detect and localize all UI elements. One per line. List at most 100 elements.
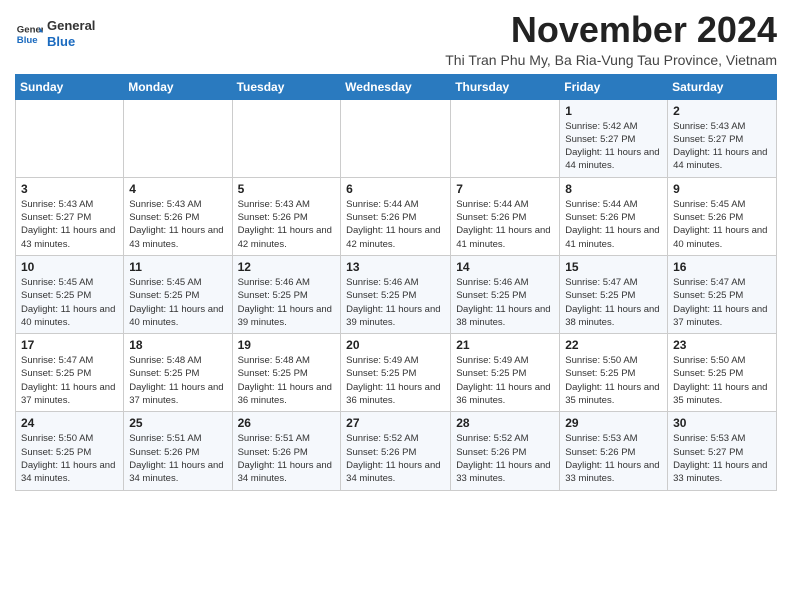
calendar-cell: 23Sunrise: 5:50 AM Sunset: 5:25 PM Dayli… <box>668 334 777 412</box>
title-block: November 2024 Thi Tran Phu My, Ba Ria-Vu… <box>445 10 777 68</box>
day-number: 13 <box>346 260 445 274</box>
column-header-thursday: Thursday <box>451 74 560 99</box>
day-info: Sunrise: 5:44 AM Sunset: 5:26 PM Dayligh… <box>565 198 662 251</box>
calendar-cell: 13Sunrise: 5:46 AM Sunset: 5:25 PM Dayli… <box>341 255 451 333</box>
day-number: 16 <box>673 260 771 274</box>
column-header-saturday: Saturday <box>668 74 777 99</box>
svg-text:General: General <box>17 24 43 35</box>
day-number: 4 <box>129 182 226 196</box>
day-info: Sunrise: 5:43 AM Sunset: 5:27 PM Dayligh… <box>21 198 118 251</box>
calendar-week-2: 10 Sunrise: 5:45 AM Sunset: 5:25 PM Dayli… <box>16 255 777 333</box>
day-info: Sunrise: 5:49 AM Sunset: 5:25 PM Dayligh… <box>346 354 445 407</box>
day-number: 7 <box>456 182 554 196</box>
day-info: Sunrise: 5:48 AM Sunset: 5:25 PM Dayligh… <box>238 354 336 407</box>
calendar-cell: 26 Sunrise: 5:51 AM Sunset: 5:26 PM Dayli… <box>232 412 341 490</box>
day-info: Sunrise: 5:53 AM Sunset: 5:26 PM Dayligh… <box>565 432 662 485</box>
calendar-cell: 10 Sunrise: 5:45 AM Sunset: 5:25 PM Dayli… <box>16 255 124 333</box>
calendar-cell <box>16 99 124 177</box>
day-number: 19 <box>238 338 336 352</box>
day-info: Sunrise: 5:52 AM Sunset: 5:26 PM Dayligh… <box>456 432 554 485</box>
day-info: Sunrise: 5:45 AM Sunset: 5:26 PM Dayligh… <box>673 198 771 251</box>
column-header-friday: Friday <box>560 74 668 99</box>
day-number: 18 <box>129 338 226 352</box>
calendar-cell: 9Sunrise: 5:45 AM Sunset: 5:26 PM Daylig… <box>668 177 777 255</box>
day-number: 8 <box>565 182 662 196</box>
calendar-cell: 2 Sunrise: 5:43 AM Sunset: 5:27 PM Daylig… <box>668 99 777 177</box>
day-number: 29 <box>565 416 662 430</box>
calendar-table: SundayMondayTuesdayWednesdayThursdayFrid… <box>15 74 777 491</box>
day-info: Sunrise: 5:48 AM Sunset: 5:25 PM Dayligh… <box>129 354 226 407</box>
day-number: 5 <box>238 182 336 196</box>
calendar-cell <box>124 99 232 177</box>
day-info: Sunrise: 5:44 AM Sunset: 5:26 PM Dayligh… <box>456 198 554 251</box>
day-info: Sunrise: 5:53 AM Sunset: 5:27 PM Dayligh… <box>673 432 771 485</box>
day-info: Sunrise: 5:44 AM Sunset: 5:26 PM Dayligh… <box>346 198 445 251</box>
day-info: Sunrise: 5:51 AM Sunset: 5:26 PM Dayligh… <box>238 432 336 485</box>
day-number: 22 <box>565 338 662 352</box>
day-number: 25 <box>129 416 226 430</box>
day-info: Sunrise: 5:42 AM Sunset: 5:27 PM Dayligh… <box>565 120 662 173</box>
calendar-cell: 12 Sunrise: 5:46 AM Sunset: 5:25 PM Dayli… <box>232 255 341 333</box>
calendar-cell: 19 Sunrise: 5:48 AM Sunset: 5:25 PM Dayli… <box>232 334 341 412</box>
day-number: 20 <box>346 338 445 352</box>
column-header-monday: Monday <box>124 74 232 99</box>
day-number: 26 <box>238 416 336 430</box>
calendar-cell: 6 Sunrise: 5:44 AM Sunset: 5:26 PM Daylig… <box>341 177 451 255</box>
column-header-wednesday: Wednesday <box>341 74 451 99</box>
calendar-cell: 22 Sunrise: 5:50 AM Sunset: 5:25 PM Dayli… <box>560 334 668 412</box>
day-info: Sunrise: 5:50 AM Sunset: 5:25 PM Dayligh… <box>565 354 662 407</box>
calendar-cell: 1Sunrise: 5:42 AM Sunset: 5:27 PM Daylig… <box>560 99 668 177</box>
day-number: 27 <box>346 416 445 430</box>
day-info: Sunrise: 5:46 AM Sunset: 5:25 PM Dayligh… <box>238 276 336 329</box>
day-number: 23 <box>673 338 771 352</box>
calendar-cell: 16 Sunrise: 5:47 AM Sunset: 5:25 PM Dayli… <box>668 255 777 333</box>
calendar-cell: 27 Sunrise: 5:52 AM Sunset: 5:26 PM Dayli… <box>341 412 451 490</box>
calendar-cell: 4 Sunrise: 5:43 AM Sunset: 5:26 PM Daylig… <box>124 177 232 255</box>
calendar-cell: 3 Sunrise: 5:43 AM Sunset: 5:27 PM Daylig… <box>16 177 124 255</box>
calendar-cell: 17 Sunrise: 5:47 AM Sunset: 5:25 PM Dayli… <box>16 334 124 412</box>
day-number: 28 <box>456 416 554 430</box>
calendar-cell: 7 Sunrise: 5:44 AM Sunset: 5:26 PM Daylig… <box>451 177 560 255</box>
day-number: 6 <box>346 182 445 196</box>
day-info: Sunrise: 5:43 AM Sunset: 5:27 PM Dayligh… <box>673 120 771 173</box>
day-info: Sunrise: 5:50 AM Sunset: 5:25 PM Dayligh… <box>21 432 118 485</box>
day-info: Sunrise: 5:47 AM Sunset: 5:25 PM Dayligh… <box>21 354 118 407</box>
calendar-cell: 5 Sunrise: 5:43 AM Sunset: 5:26 PM Daylig… <box>232 177 341 255</box>
day-info: Sunrise: 5:46 AM Sunset: 5:25 PM Dayligh… <box>456 276 554 329</box>
calendar-cell: 28 Sunrise: 5:52 AM Sunset: 5:26 PM Dayli… <box>451 412 560 490</box>
logo-text: General Blue <box>47 18 95 49</box>
calendar-cell: 30 Sunrise: 5:53 AM Sunset: 5:27 PM Dayli… <box>668 412 777 490</box>
day-number: 24 <box>21 416 118 430</box>
day-number: 15 <box>565 260 662 274</box>
day-info: Sunrise: 5:51 AM Sunset: 5:26 PM Dayligh… <box>129 432 226 485</box>
calendar-cell: 15 Sunrise: 5:47 AM Sunset: 5:25 PM Dayli… <box>560 255 668 333</box>
day-info: Sunrise: 5:49 AM Sunset: 5:25 PM Dayligh… <box>456 354 554 407</box>
day-number: 2 <box>673 104 771 118</box>
day-info: Sunrise: 5:47 AM Sunset: 5:25 PM Dayligh… <box>565 276 662 329</box>
day-info: Sunrise: 5:52 AM Sunset: 5:26 PM Dayligh… <box>346 432 445 485</box>
day-number: 21 <box>456 338 554 352</box>
month-title: November 2024 <box>445 10 777 50</box>
calendar-cell: 24 Sunrise: 5:50 AM Sunset: 5:25 PM Dayli… <box>16 412 124 490</box>
calendar-cell <box>341 99 451 177</box>
logo-line2: Blue <box>47 34 95 50</box>
calendar-header: SundayMondayTuesdayWednesdayThursdayFrid… <box>16 74 777 99</box>
calendar-cell: 8 Sunrise: 5:44 AM Sunset: 5:26 PM Daylig… <box>560 177 668 255</box>
day-number: 3 <box>21 182 118 196</box>
calendar-week-4: 24 Sunrise: 5:50 AM Sunset: 5:25 PM Dayli… <box>16 412 777 490</box>
location-subtitle: Thi Tran Phu My, Ba Ria-Vung Tau Provinc… <box>445 52 777 68</box>
calendar-cell <box>232 99 341 177</box>
day-number: 10 <box>21 260 118 274</box>
calendar-cell: 21 Sunrise: 5:49 AM Sunset: 5:25 PM Dayli… <box>451 334 560 412</box>
calendar-week-0: 1Sunrise: 5:42 AM Sunset: 5:27 PM Daylig… <box>16 99 777 177</box>
page-header: General Blue General Blue November 2024 … <box>15 10 777 68</box>
day-number: 12 <box>238 260 336 274</box>
day-info: Sunrise: 5:47 AM Sunset: 5:25 PM Dayligh… <box>673 276 771 329</box>
day-number: 30 <box>673 416 771 430</box>
calendar-week-3: 17 Sunrise: 5:47 AM Sunset: 5:25 PM Dayli… <box>16 334 777 412</box>
calendar-cell: 20 Sunrise: 5:49 AM Sunset: 5:25 PM Dayli… <box>341 334 451 412</box>
day-number: 17 <box>21 338 118 352</box>
day-info: Sunrise: 5:43 AM Sunset: 5:26 PM Dayligh… <box>238 198 336 251</box>
day-info: Sunrise: 5:43 AM Sunset: 5:26 PM Dayligh… <box>129 198 226 251</box>
day-info: Sunrise: 5:45 AM Sunset: 5:25 PM Dayligh… <box>21 276 118 329</box>
